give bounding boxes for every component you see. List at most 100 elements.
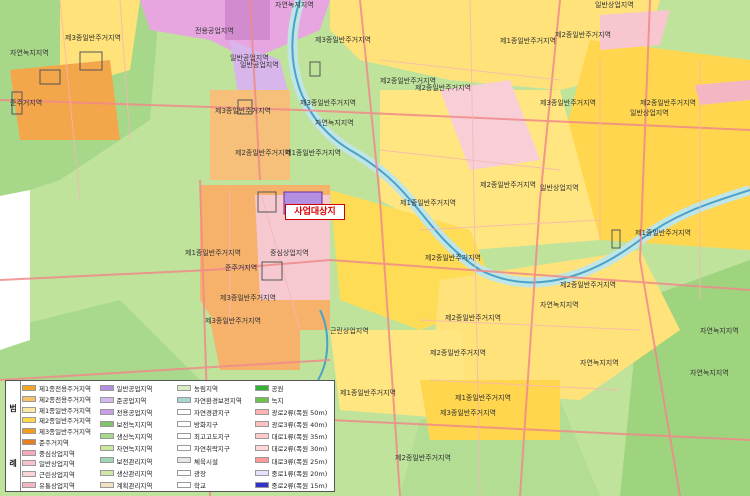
legend-label: 보전녹지지역: [116, 421, 153, 430]
legend-swatch: [177, 397, 191, 404]
zone-label: 제3종일반주거지역: [540, 99, 596, 107]
legend-label: 방화지구: [194, 421, 218, 430]
zone-label: 제2종일반주거지역: [415, 84, 471, 92]
legend-label: 일반상업지역: [39, 460, 75, 469]
zone-label: 자연녹지지역: [690, 369, 729, 377]
legend-label: 체육시설: [194, 457, 218, 466]
legend-column: 공원녹지광로2류(폭원 50m) 광로3류(폭원 40m) 대로1류(폭원 35m)…: [254, 384, 333, 490]
legend-label: 농림지역: [194, 385, 218, 394]
zone-label: 제3종일반주거지역: [65, 34, 121, 42]
zone-label: 자연녹지지역: [540, 301, 579, 309]
legend-swatch: [99, 445, 114, 452]
legend-swatch: [99, 397, 114, 404]
zone-label: 제2종일반주거지역: [430, 349, 486, 357]
legend-swatch: [99, 421, 114, 428]
legend-label: 보전관리지역: [116, 457, 153, 466]
legend-label: 일반공업지역: [116, 385, 153, 394]
zone-label: 제1종일반주거지역: [340, 389, 396, 397]
legend-label: 녹지: [271, 397, 284, 406]
legend-swatch: [99, 481, 114, 488]
legend-item: 최고고도지구: [177, 432, 255, 441]
legend-item: 일반상업지역: [22, 459, 100, 468]
zone-label: 전용공업지역: [195, 27, 234, 35]
legend-swatch: [99, 457, 114, 464]
legend-swatch: [177, 433, 191, 440]
legend-item: 유통상업지역: [22, 480, 100, 490]
zone-label: 제3종일반주거지역: [300, 99, 356, 107]
zone-label: 제1종일반주거지역: [500, 37, 556, 45]
legend-label: 제2종전용주거지역: [39, 396, 91, 405]
legend-label: 공원: [271, 385, 284, 394]
legend-label: 자연녹지지역: [116, 445, 153, 454]
legend-title-char: 범: [9, 404, 17, 413]
legend-item: 대로2류(폭원 30m): [254, 444, 333, 453]
legend-label: 대로1류(폭원 35m): [271, 433, 328, 442]
zone-label: 중심상업지역: [270, 249, 309, 257]
legend-item: 중로2류(폭원 15m): [254, 480, 333, 490]
legend-item: 보전관리지역: [99, 456, 178, 466]
zone-label: 제1종일반주거지역: [635, 229, 691, 237]
zone-label: 자연녹지지역: [275, 1, 314, 9]
zone-label: 제3종일반주거지역: [205, 317, 261, 325]
zone-label: 제2종일반주거지역: [555, 31, 611, 39]
legend-swatch: [254, 457, 269, 464]
zone-label: 제1종일반주거지역: [285, 149, 341, 157]
zone-label: 자연녹지지역: [700, 327, 739, 335]
project-site-label[interactable]: 사업대상지: [285, 204, 345, 220]
zone-label: 일반공업지역: [240, 61, 279, 69]
zoning-map[interactable]: 자연녹지지역 제3종일반주거지역 일반공업지역 전용공업지역 일반상업지역 제2종일반주거…: [0, 0, 750, 496]
zone-label: 제3종일반주거지역: [440, 409, 496, 417]
legend-item: 녹지: [254, 396, 333, 406]
legend-label: 중심상업지역: [39, 449, 75, 458]
legend-item: 자연취락지구: [177, 444, 255, 453]
legend-swatch: [99, 469, 114, 476]
legend-item: 준공업지역: [99, 396, 178, 405]
legend-item: 계획관리지역: [99, 480, 178, 490]
legend-label: 학교: [194, 481, 206, 490]
legend-item: 제1종일반주거지역: [22, 405, 100, 415]
legend-label: 제1종일반주거지역: [39, 406, 91, 415]
legend-label: 자연취락지구: [194, 445, 230, 454]
legend-item: 자연녹지지역: [99, 444, 178, 454]
legend-swatch: [22, 460, 36, 467]
zone-label: 제3종일반주거지역: [220, 294, 276, 302]
zone-label: 준주거지역: [225, 264, 258, 272]
legend-swatch: [254, 481, 269, 488]
legend-label: 광로3류(폭원 40m): [271, 421, 328, 430]
legend-item: 공원: [254, 384, 333, 394]
zone-label: 자연녹지지역: [10, 49, 49, 57]
legend-label: 중로2류(폭원 15m): [271, 481, 328, 490]
legend-label: 준주거지역: [39, 438, 69, 447]
legend-swatch: [22, 438, 36, 445]
legend-label: 제3종일반주거지역: [39, 428, 91, 437]
legend-item: 준주거지역: [22, 437, 100, 447]
legend-item: 광로3류(폭원 40m): [254, 420, 333, 430]
legend-item: 제3종일반주거지역: [22, 427, 100, 436]
zone-label: 제3종일반주거지역: [315, 36, 371, 44]
legend-swatch: [99, 385, 114, 392]
zone-label: 근린상업지역: [330, 327, 369, 335]
legend-box: 범 례 제1종전용주거지역 제2종전용주거지역 제1종일반주거지역 제2종일반주거지역…: [5, 380, 335, 492]
legend-swatch: [22, 417, 36, 424]
legend-swatch: [254, 433, 269, 440]
legend-columns: 제1종전용주거지역 제2종전용주거지역 제1종일반주거지역 제2종일반주거지역 제3종일…: [22, 384, 333, 490]
zone-label: 제2종일반주거지역: [445, 314, 501, 322]
zone-label: 일반상업지역: [540, 184, 579, 192]
legend-item: 근린상업지역: [22, 470, 100, 479]
legend-swatch: [177, 469, 191, 476]
legend-column: 제1종전용주거지역 제2종전용주거지역 제1종일반주거지역 제2종일반주거지역 제3종일…: [22, 384, 100, 490]
legend-label: 최고고도지구: [194, 433, 230, 442]
legend-label: 대로3류(폭원 25m): [271, 457, 328, 466]
legend-item: 보전녹지지역: [99, 420, 178, 430]
legend-label: 광로2류(폭원 50m): [271, 409, 328, 418]
legend-label: 근린상업지역: [39, 470, 75, 479]
legend-item: 제2종전용주거지역: [22, 395, 100, 404]
legend-column: 농림지역 자연환경보전지역 자연경관지구 방화지구 최고고도지구 자연취락지구 체육시설 광장…: [177, 384, 255, 490]
zone-label: 일반상업지역: [630, 109, 669, 117]
legend-item: 생산녹지지역: [99, 432, 178, 441]
legend-item: 중심상업지역: [22, 448, 100, 458]
zone-label: 자연녹지지역: [580, 359, 619, 367]
zone-label: 일반상업지역: [595, 1, 634, 9]
legend-item: 생산관리지역: [99, 468, 178, 478]
legend-label: 제1종전용주거지역: [39, 385, 91, 394]
